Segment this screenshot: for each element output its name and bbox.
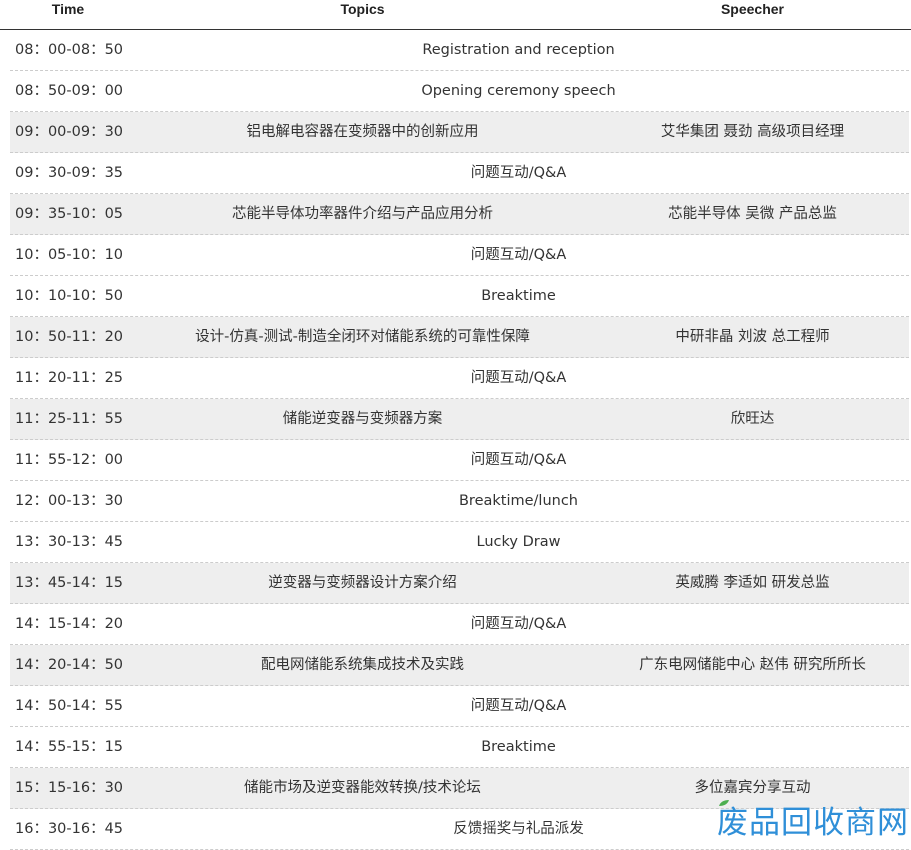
time-cell: 10：05-10：10 — [15, 247, 124, 263]
speaker-cell: 多位嘉宾分享互动 — [694, 780, 811, 796]
table-row: 13：30-13：45 Lucky Draw — [10, 522, 909, 563]
time-cell: 10：50-11：20 — [15, 329, 124, 345]
watermark-text: 废品回收商网 — [717, 805, 909, 841]
time-cell: 14：20-14：50 — [15, 657, 124, 673]
table-row: 12：00-13：30 Breaktime/lunch — [10, 481, 909, 522]
table-row: 15：15-16：30 储能市场及逆变器能效转换/技术论坛 多位嘉宾分享互动 — [10, 768, 909, 809]
table-row: 10：50-11：20 设计-仿真-测试-制造全闭环对储能系统的可靠性保障 中研非晶… — [10, 317, 909, 358]
column-header-time: Time — [51, 1, 85, 17]
topic-cell: 配电网储能系统集成技术及实践 — [261, 657, 464, 673]
table-row: 11：20-11：25 问题互动/Q&A — [10, 358, 909, 399]
topic-cell: Breaktime — [481, 739, 556, 755]
table-row: 09：35-10：05 芯能半导体功率器件介绍与产品应用分析 芯能半导体 吴微 产品… — [10, 194, 909, 235]
table-row: 14：15-14：20 问题互动/Q&A — [10, 604, 909, 645]
time-cell: 14：15-14：20 — [15, 616, 124, 632]
time-cell: 14：50-14：55 — [15, 698, 124, 714]
table-row: 09：00-09：30 铝电解电容器在变频器中的创新应用 艾华集团 聂劲 高级项目经… — [10, 112, 909, 153]
time-cell: 13：30-13：45 — [15, 534, 124, 550]
watermark-logo: 废品回收商网 — [717, 800, 909, 841]
time-cell: 09：00-09：30 — [15, 124, 124, 140]
time-cell: 14：55-15：15 — [15, 739, 124, 755]
time-cell: 12：00-13：30 — [15, 493, 124, 509]
time-cell: 11：20-11：25 — [15, 370, 124, 386]
table-row: 10：10-10：50 Breaktime — [10, 276, 909, 317]
speaker-cell: 中研非晶 刘波 总工程师 — [675, 329, 830, 345]
agenda-table-body: 08：00-08：50 Registration and reception 08：… — [10, 30, 909, 850]
time-cell: 09：35-10：05 — [15, 206, 124, 222]
time-cell: 08：50-09：00 — [15, 83, 124, 99]
topic-cell: Breaktime — [481, 288, 556, 304]
topic-cell: 储能市场及逆变器能效转换/技术论坛 — [244, 780, 481, 796]
topic-cell: 问题互动/Q&A — [470, 165, 567, 181]
time-cell: 16：30-16：45 — [15, 821, 124, 837]
time-cell: 11：55-12：00 — [15, 452, 124, 468]
table-row: 14：50-14：55 问题互动/Q&A — [10, 686, 909, 727]
speaker-cell: 芯能半导体 吴微 产品总监 — [668, 206, 837, 222]
topic-cell: 芯能半导体功率器件介绍与产品应用分析 — [232, 206, 493, 222]
table-row: 08：00-08：50 Registration and reception — [10, 30, 909, 71]
column-header-topics: Topics — [340, 1, 385, 17]
column-header-speecher: Speecher — [720, 1, 785, 17]
table-row: 13：45-14：15 逆变器与变频器设计方案介绍 英威腾 李适如 研发总监 — [10, 563, 909, 604]
time-cell: 10：10-10：50 — [15, 288, 124, 304]
topic-cell: 逆变器与变频器设计方案介绍 — [268, 575, 457, 591]
topic-cell: Lucky Draw — [476, 534, 561, 550]
table-row: 11：25-11：55 储能逆变器与变频器方案 欣旺达 — [10, 399, 909, 440]
topic-cell: 问题互动/Q&A — [470, 616, 567, 632]
speaker-cell: 英威腾 李适如 研发总监 — [675, 575, 830, 591]
time-cell: 08：00-08：50 — [15, 42, 124, 58]
speaker-cell: 欣旺达 — [730, 411, 775, 427]
table-row: 14：55-15：15 Breaktime — [10, 727, 909, 768]
table-header: Time Topics Speecher — [0, 0, 911, 30]
topic-cell: Opening ceremony speech — [421, 83, 616, 99]
table-row: 09：30-09：35 问题互动/Q&A — [10, 153, 909, 194]
topic-cell: Breaktime/lunch — [458, 493, 578, 509]
topic-cell: 问题互动/Q&A — [470, 698, 567, 714]
speaker-cell: 广东电网储能中心 赵伟 研究所所长 — [639, 657, 866, 673]
topic-cell: 设计-仿真-测试-制造全闭环对储能系统的可靠性保障 — [195, 329, 530, 345]
topic-cell: 铝电解电容器在变频器中的创新应用 — [246, 124, 479, 140]
leaf-icon — [719, 800, 729, 806]
time-cell: 09：30-09：35 — [15, 165, 124, 181]
time-cell: 11：25-11：55 — [15, 411, 124, 427]
time-cell: 13：45-14：15 — [15, 575, 124, 591]
table-row: 08：50-09：00 Opening ceremony speech — [10, 71, 909, 112]
topic-cell: 问题互动/Q&A — [470, 452, 567, 468]
topic-cell: 问题互动/Q&A — [470, 370, 567, 386]
time-cell: 15：15-16：30 — [15, 780, 124, 796]
topic-cell: 储能逆变器与变频器方案 — [282, 411, 443, 427]
speaker-cell: 艾华集团 聂劲 高级项目经理 — [660, 124, 845, 140]
topic-cell: 问题互动/Q&A — [470, 247, 567, 263]
topic-cell: Registration and reception — [422, 42, 615, 58]
table-row: 10：05-10：10 问题互动/Q&A — [10, 235, 909, 276]
table-row: 14：20-14：50 配电网储能系统集成技术及实践 广东电网储能中心 赵伟 研究所… — [10, 645, 909, 686]
table-row: 11：55-12：00 问题互动/Q&A — [10, 440, 909, 481]
